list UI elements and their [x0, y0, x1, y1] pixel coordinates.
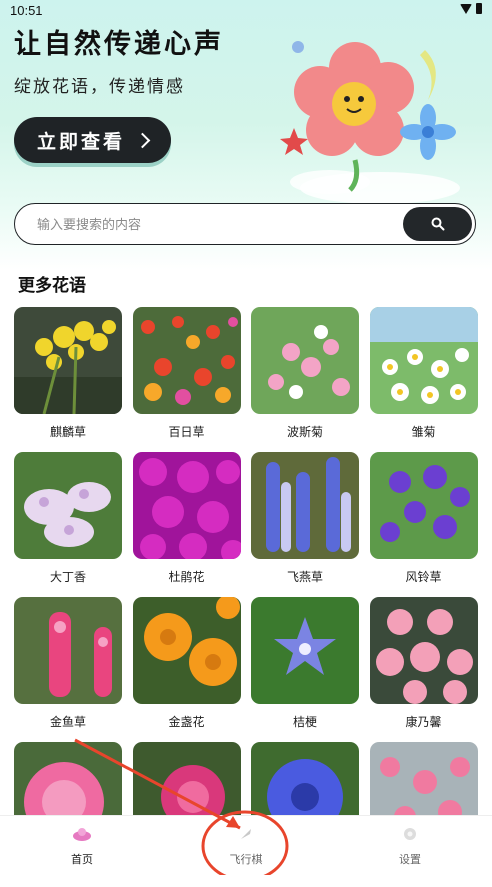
settings-icon [404, 828, 416, 840]
flower-photo [132, 307, 241, 414]
flower-card[interactable]: 康乃馨 [369, 597, 478, 742]
tab-label: 飞行棋 [229, 853, 263, 866]
flower-name: 金鱼草 [49, 715, 86, 729]
flower-photo [369, 452, 478, 559]
wifi-icon [460, 3, 472, 14]
flower-card[interactable]: 百日草 [132, 307, 241, 452]
flower-photo [251, 597, 359, 704]
flower-card[interactable]: 飞燕草 [251, 452, 359, 597]
flower-name: 风铃草 [405, 570, 442, 584]
tab-home[interactable]: 首页 [0, 816, 164, 876]
bottom-tab-bar: 首页 飞行棋 设置 [0, 815, 492, 876]
flower-photo [251, 452, 359, 559]
search-icon [431, 217, 444, 231]
chevron-right-icon [134, 132, 151, 148]
flower-photo [132, 452, 241, 559]
flower-card[interactable]: 麒麟草 [14, 307, 122, 452]
tab-label: 设置 [399, 853, 421, 866]
flower-name: 康乃馨 [405, 715, 442, 729]
hero-subtitle: 绽放花语，传递情感 [14, 77, 185, 97]
search-bar [14, 203, 476, 246]
flower-card[interactable]: 桔梗 [251, 597, 359, 742]
view-now-button[interactable]: 立即查看 [14, 117, 171, 163]
search-input[interactable] [35, 204, 399, 246]
flower-photo [369, 307, 478, 414]
flower-name: 金盏花 [168, 715, 205, 729]
flower-name: 飞燕草 [286, 570, 323, 584]
hero-title: 让自然传递心声 [14, 29, 224, 60]
flower-card[interactable]: 风铃草 [369, 452, 478, 597]
flower-photo [251, 307, 359, 414]
search-button[interactable] [403, 207, 472, 241]
status-time: 10:51 [10, 3, 43, 18]
view-now-label: 立即查看 [36, 130, 125, 153]
flower-grid: 麒麟草 百日草 波斯菊 雏菊 大丁香 杜鹃花 飞燕草 风铃草 金鱼草 金盏花 桔… [14, 307, 480, 887]
flower-name: 波斯菊 [286, 425, 323, 439]
tab-label: 首页 [71, 853, 93, 866]
flower-photo [14, 307, 122, 414]
flower-card[interactable]: 杜鹃花 [132, 452, 241, 597]
flower-photo [369, 597, 478, 704]
flower-name: 大丁香 [49, 570, 86, 584]
section-title: 更多花语 [18, 276, 86, 296]
flight-chess-icon [241, 829, 251, 839]
flower-photo [132, 597, 241, 704]
flower-card[interactable]: 金盏花 [132, 597, 241, 742]
home-flower-icon [73, 828, 91, 841]
flower-name: 麒麟草 [49, 425, 86, 439]
flower-mascot-illustration [280, 41, 460, 204]
flower-name: 桔梗 [292, 715, 317, 729]
flower-name: 百日草 [168, 425, 205, 439]
flower-photo [14, 597, 122, 704]
flower-card[interactable]: 雏菊 [369, 307, 478, 452]
flower-name: 雏菊 [411, 425, 436, 439]
status-icons [460, 3, 482, 14]
flower-card[interactable]: 金鱼草 [14, 597, 122, 742]
status-bar: 10:51 [0, 0, 492, 22]
flower-card[interactable]: 大丁香 [14, 452, 122, 597]
flower-photo [14, 452, 122, 559]
battery-icon [476, 3, 482, 14]
flower-name: 杜鹃花 [168, 570, 205, 584]
tab-settings[interactable]: 设置 [328, 816, 492, 876]
flower-card[interactable]: 波斯菊 [251, 307, 359, 452]
tab-flight-chess[interactable]: 飞行棋 [164, 816, 328, 876]
